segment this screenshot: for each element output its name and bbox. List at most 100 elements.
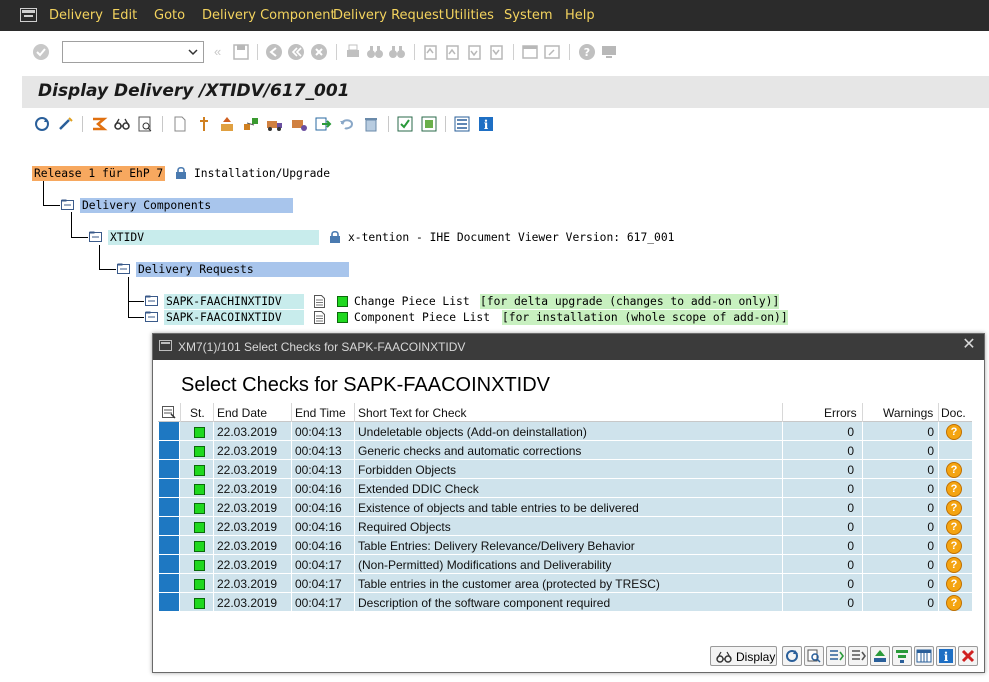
- object-transfer-icon[interactable]: [242, 115, 260, 133]
- table-row[interactable]: 22.03.2019 00:04:16 Table Entries: Deliver…: [158, 536, 972, 555]
- new-session-icon[interactable]: [521, 43, 539, 61]
- log-display-icon[interactable]: [136, 115, 154, 133]
- documentation-icon[interactable]: ?: [946, 557, 962, 573]
- tree-root-release[interactable]: Release 1 für EhP 7: [32, 166, 166, 181]
- folder-open-icon[interactable]: [117, 263, 130, 274]
- exit-icon[interactable]: [287, 43, 305, 61]
- tree-delivery-components[interactable]: Delivery Components: [80, 198, 293, 213]
- create-document-icon[interactable]: [171, 115, 189, 133]
- documentation-icon[interactable]: ?: [946, 519, 962, 535]
- row-selector[interactable]: [159, 460, 179, 478]
- display-button[interactable]: Display: [710, 646, 777, 666]
- table-row[interactable]: 22.03.2019 00:04:16 Required Objects 0 0?: [158, 517, 972, 536]
- chevron-down-icon[interactable]: [187, 45, 199, 59]
- row-selector[interactable]: [159, 422, 179, 440]
- col-end-date[interactable]: End Date: [217, 406, 267, 420]
- close-icon[interactable]: ✕: [962, 337, 976, 353]
- pin-icon[interactable]: [195, 115, 213, 133]
- display-change-icon[interactable]: [57, 115, 75, 133]
- documentation-icon[interactable]: ?: [946, 500, 962, 516]
- select-all-icon[interactable]: [162, 406, 176, 419]
- documentation-icon[interactable]: ?: [946, 576, 962, 592]
- row-selector[interactable]: [159, 593, 179, 611]
- cancel-icon[interactable]: [310, 43, 328, 61]
- save-icon[interactable]: [232, 43, 250, 61]
- menu-delivery[interactable]: Delivery: [49, 8, 103, 23]
- menu-goto[interactable]: Goto: [154, 8, 185, 23]
- find-next-icon[interactable]: [388, 43, 406, 61]
- tree-component-xtidv[interactable]: XTIDV: [108, 230, 319, 245]
- back-icon[interactable]: [265, 43, 283, 61]
- help-icon[interactable]: ?: [578, 43, 596, 61]
- table-row[interactable]: 22.03.2019 00:04:13 Forbidden Objects 0 0?: [158, 460, 972, 479]
- release-object-icon[interactable]: [420, 115, 438, 133]
- enter-check-icon[interactable]: [32, 43, 50, 61]
- find-button[interactable]: [804, 646, 824, 666]
- documentation-icon[interactable]: ?: [946, 595, 962, 611]
- shortcut-icon[interactable]: [543, 43, 561, 61]
- menu-delivery-component[interactable]: Delivery Component: [202, 8, 336, 23]
- transport-settings-icon[interactable]: [290, 115, 308, 133]
- list-overview-icon[interactable]: [453, 115, 471, 133]
- documentation-icon[interactable]: ?: [946, 424, 962, 440]
- collapse-arrow-icon[interactable]: «: [214, 44, 221, 59]
- menu-system[interactable]: System: [504, 8, 552, 23]
- col-short-text[interactable]: Short Text for Check: [358, 406, 467, 420]
- documentation-icon[interactable]: ?: [946, 481, 962, 497]
- row-selector[interactable]: [159, 441, 179, 459]
- row-selector[interactable]: [159, 479, 179, 497]
- row-selector[interactable]: [159, 498, 179, 516]
- total-button[interactable]: [870, 646, 890, 666]
- delete-icon[interactable]: [362, 115, 380, 133]
- find-icon[interactable]: [366, 43, 384, 61]
- system-menu-icon[interactable]: [20, 8, 37, 22]
- row-selector[interactable]: [159, 555, 179, 573]
- change-layout-button[interactable]: [914, 646, 934, 666]
- folder-closed-icon[interactable]: [145, 295, 158, 306]
- col-errors[interactable]: Errors: [824, 406, 857, 420]
- command-field[interactable]: [62, 41, 204, 63]
- check-object-icon[interactable]: [396, 115, 414, 133]
- information-button[interactable]: i: [936, 646, 956, 666]
- table-row[interactable]: 22.03.2019 00:04:17 Description of the sof…: [158, 593, 972, 612]
- row-selector[interactable]: [159, 536, 179, 554]
- next-page-icon[interactable]: [465, 43, 483, 61]
- glasses-display-icon[interactable]: [113, 115, 131, 133]
- row-selector[interactable]: [159, 574, 179, 592]
- customize-layout-icon[interactable]: [600, 43, 618, 61]
- print-icon[interactable]: [344, 43, 362, 61]
- documentation-icon[interactable]: ?: [946, 538, 962, 554]
- col-end-time[interactable]: End Time: [295, 406, 346, 420]
- documentation-icon[interactable]: ?: [946, 462, 962, 478]
- tree-request-change[interactable]: SAPK-FAACHINXTIDV: [164, 294, 304, 309]
- tree-delivery-requests[interactable]: Delivery Requests: [136, 262, 349, 277]
- table-row[interactable]: 22.03.2019 00:04:17 (Non-Permitted) Modifi…: [158, 555, 972, 574]
- undo-icon[interactable]: [338, 115, 356, 133]
- information-icon[interactable]: i: [477, 115, 495, 133]
- menu-help[interactable]: Help: [565, 8, 595, 23]
- refresh-button[interactable]: [782, 646, 802, 666]
- folder-closed-icon[interactable]: [145, 311, 158, 322]
- table-row[interactable]: 22.03.2019 00:04:16 Extended DDIC Check 0 0?: [158, 479, 972, 498]
- upload-object-icon[interactable]: [218, 115, 236, 133]
- menu-delivery-request[interactable]: Delivery Request: [333, 8, 444, 23]
- export-icon[interactable]: [314, 115, 332, 133]
- row-selector[interactable]: [159, 517, 179, 535]
- folder-open-icon[interactable]: [61, 199, 74, 210]
- sort-ascending-button[interactable]: [826, 646, 846, 666]
- refresh-icon[interactable]: [33, 115, 51, 133]
- menu-utilities[interactable]: Utilities: [445, 8, 494, 23]
- filter-button[interactable]: [892, 646, 912, 666]
- col-status[interactable]: St.: [190, 406, 205, 420]
- table-row[interactable]: 22.03.2019 00:04:16 Existence of objects a…: [158, 498, 972, 517]
- table-row[interactable]: 22.03.2019 00:04:13 Undeletable objects (A…: [158, 422, 972, 441]
- last-page-icon[interactable]: [487, 43, 505, 61]
- execute-icon[interactable]: [90, 115, 108, 133]
- col-doc[interactable]: Doc.: [941, 406, 966, 420]
- col-warnings[interactable]: Warnings: [883, 406, 933, 420]
- menu-edit[interactable]: Edit: [112, 8, 137, 23]
- table-row[interactable]: 22.03.2019 00:04:17 Table entries in the c…: [158, 574, 972, 593]
- folder-open-icon[interactable]: [89, 231, 102, 242]
- table-row[interactable]: 22.03.2019 00:04:13 Generic checks and aut…: [158, 441, 972, 460]
- transport-truck-icon[interactable]: [266, 115, 284, 133]
